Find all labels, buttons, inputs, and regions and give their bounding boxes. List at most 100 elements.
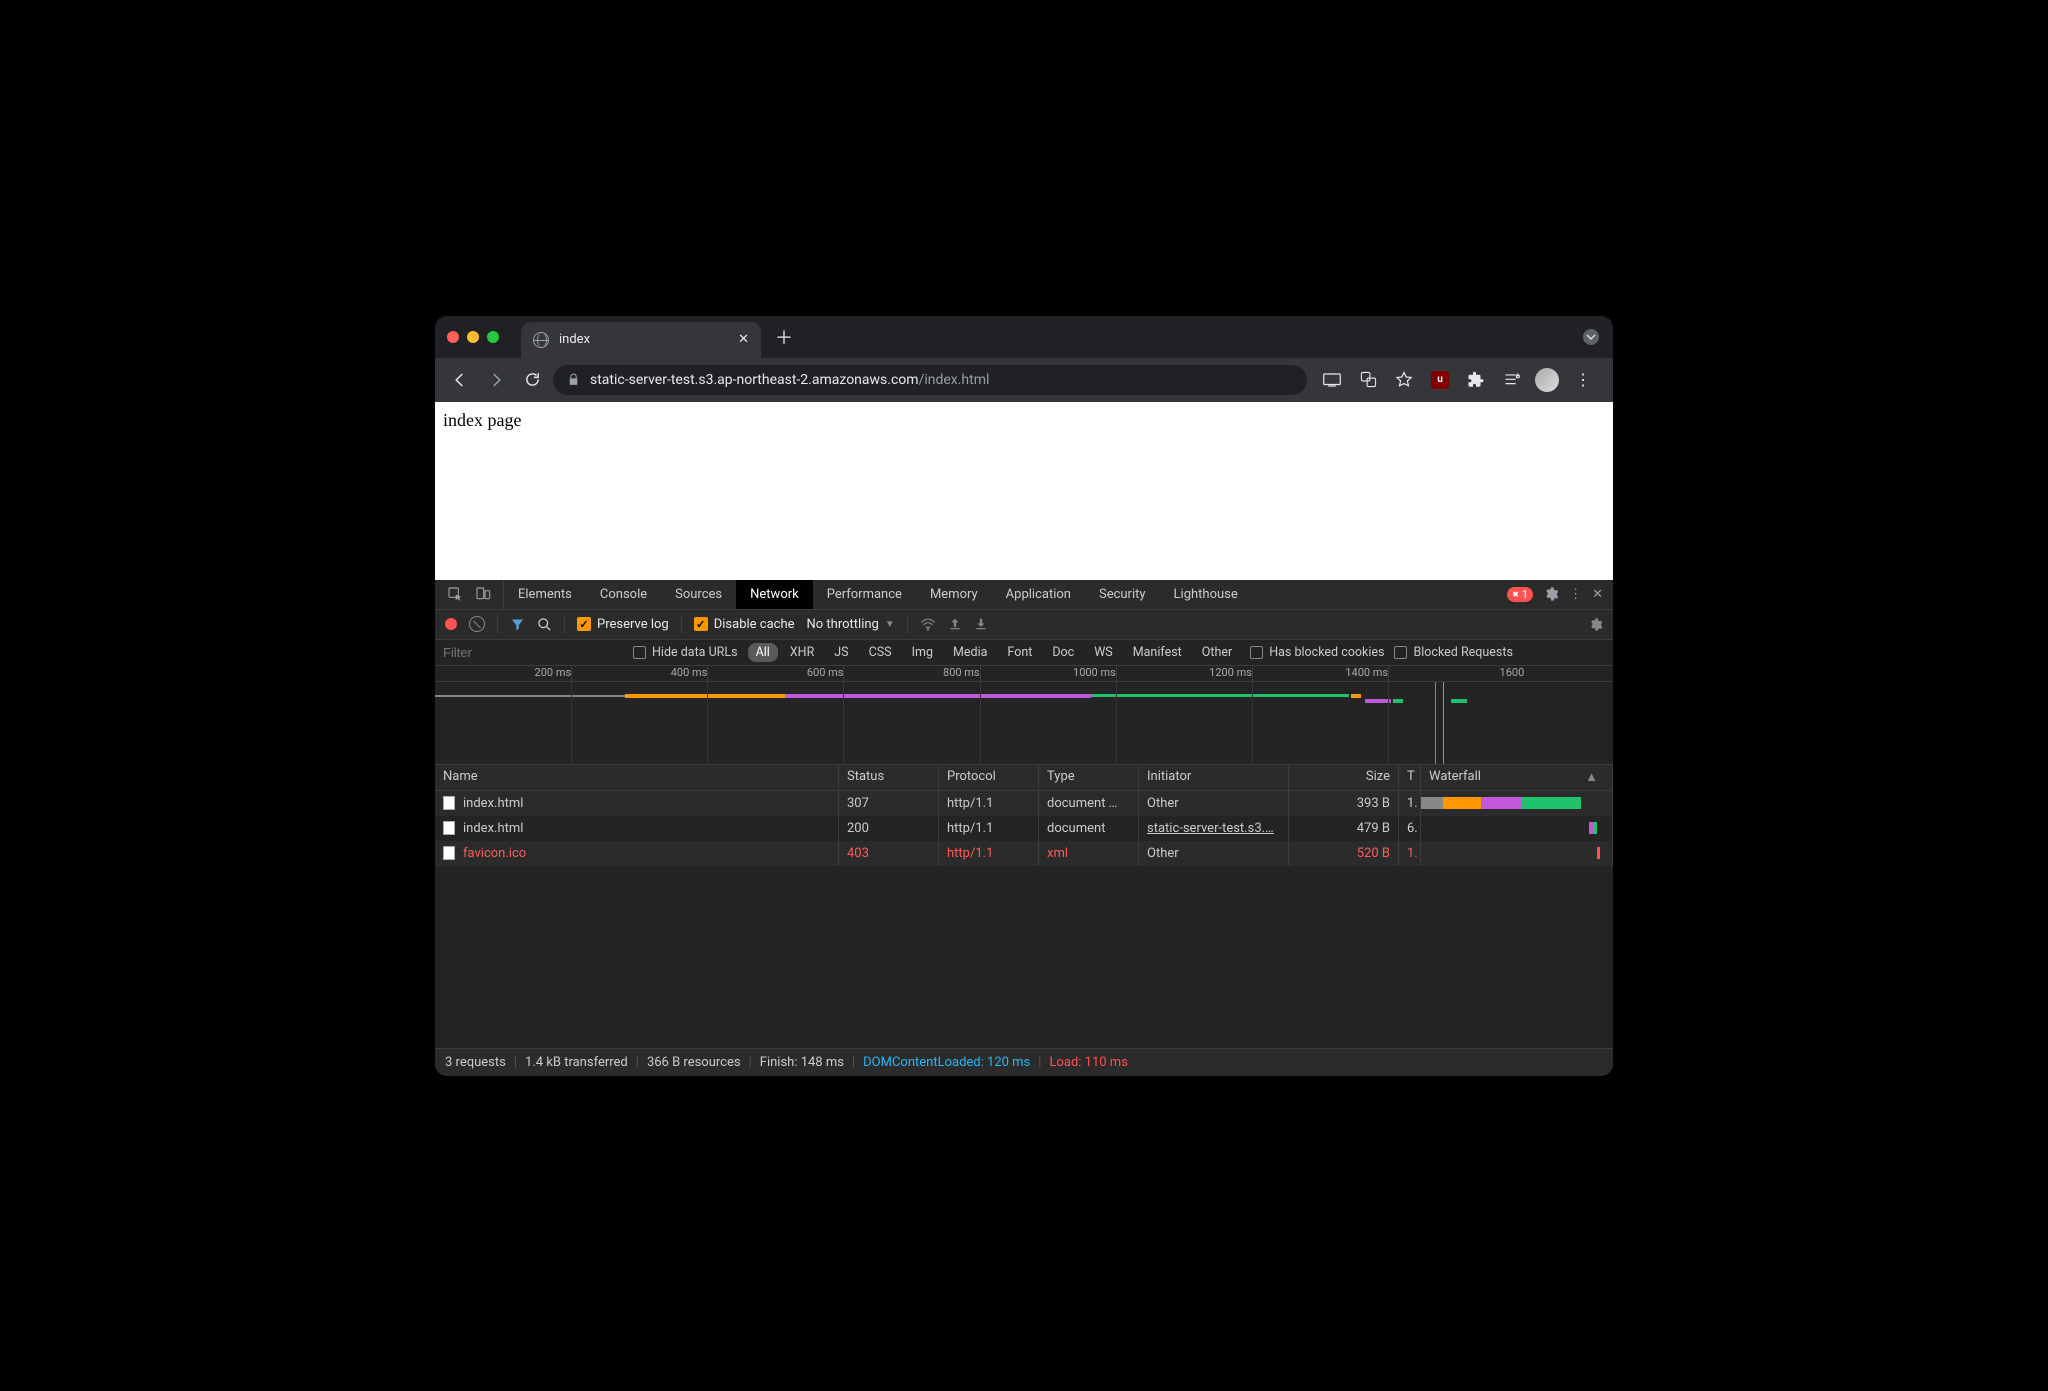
table-row[interactable]: index.html200http/1.1documentstatic-serv…: [435, 816, 1613, 841]
filter-type-css[interactable]: CSS: [861, 643, 900, 662]
status-transferred: 1.4 kB transferred: [525, 1055, 628, 1070]
address-bar[interactable]: static-server-test.s3.ap-northeast-2.ama…: [553, 365, 1307, 395]
translate-icon[interactable]: [1355, 367, 1381, 393]
devtools-tab-memory[interactable]: Memory: [916, 580, 992, 609]
devtools-tab-security[interactable]: Security: [1085, 580, 1160, 609]
devtools-tab-performance[interactable]: Performance: [813, 580, 916, 609]
download-har-icon[interactable]: [974, 617, 988, 631]
col-name[interactable]: Name: [435, 765, 839, 790]
devtools-settings-icon[interactable]: [1543, 586, 1559, 602]
tab-title: index: [559, 332, 728, 347]
document-icon: [443, 846, 455, 860]
devtools-tab-elements[interactable]: Elements: [504, 580, 586, 609]
devtools-tab-application[interactable]: Application: [992, 580, 1085, 609]
status-load: Load: 110 ms: [1049, 1055, 1127, 1070]
document-icon: [443, 796, 455, 810]
timeline-overview[interactable]: 200 ms400 ms600 ms800 ms1000 ms1200 ms14…: [435, 666, 1613, 765]
col-size[interactable]: Size: [1289, 765, 1399, 790]
browser-tab[interactable]: index ✕: [521, 322, 761, 358]
devtools-tab-network[interactable]: Network: [736, 580, 813, 609]
filter-type-xhr[interactable]: XHR: [782, 643, 822, 662]
upload-har-icon[interactable]: [948, 617, 962, 631]
status-domcontentloaded: DOMContentLoaded: 120 ms: [863, 1055, 1030, 1070]
window-close-button[interactable]: [447, 331, 459, 343]
tab-list-dropdown[interactable]: [1583, 329, 1599, 345]
filter-type-ws[interactable]: WS: [1086, 643, 1121, 662]
new-tab-button[interactable]: ＋: [761, 324, 807, 350]
filter-type-manifest[interactable]: Manifest: [1125, 643, 1190, 662]
timeline-tick: 1600: [1500, 666, 1525, 679]
devtools-tab-lighthouse[interactable]: Lighthouse: [1160, 580, 1252, 609]
col-type[interactable]: Type: [1039, 765, 1139, 790]
filter-input[interactable]: [443, 645, 623, 660]
devtools-tabs: ElementsConsoleSourcesNetworkPerformance…: [435, 580, 1613, 610]
filter-type-other[interactable]: Other: [1194, 643, 1240, 662]
reload-button[interactable]: [517, 365, 547, 395]
filter-type-all[interactable]: All: [748, 643, 778, 662]
col-status[interactable]: Status: [839, 765, 939, 790]
has-blocked-cookies-checkbox[interactable]: Has blocked cookies: [1250, 645, 1384, 660]
browser-window: index ✕ ＋ static-server-test.s3.ap-north…: [435, 316, 1613, 1076]
bookmark-star-icon[interactable]: [1391, 367, 1417, 393]
tab-close-button[interactable]: ✕: [738, 332, 749, 347]
page-content: index page: [435, 402, 1613, 580]
devtools-close-button[interactable]: ✕: [1592, 587, 1603, 602]
hide-data-urls-checkbox[interactable]: Hide data URLs: [633, 645, 738, 660]
status-finish: Finish: 148 ms: [760, 1055, 844, 1070]
browser-menu-button[interactable]: ⋮: [1569, 370, 1597, 389]
document-icon: [443, 821, 455, 835]
globe-icon: [533, 332, 549, 348]
status-resources: 366 B resources: [647, 1055, 741, 1070]
page-body-text: index page: [443, 410, 521, 430]
disable-cache-checkbox[interactable]: ✓Disable cache: [694, 617, 795, 632]
window-minimize-button[interactable]: [467, 331, 479, 343]
devtools-more-icon[interactable]: ⋮: [1569, 587, 1582, 602]
window-maximize-button[interactable]: [487, 331, 499, 343]
browser-toolbar: static-server-test.s3.ap-northeast-2.ama…: [435, 358, 1613, 402]
col-protocol[interactable]: Protocol: [939, 765, 1039, 790]
status-requests: 3 requests: [445, 1055, 506, 1070]
inspect-element-icon[interactable]: [447, 586, 463, 602]
ublock-extension-icon[interactable]: u: [1427, 367, 1453, 393]
col-waterfall[interactable]: Waterfall▲: [1421, 765, 1613, 790]
device-toggle-icon[interactable]: [475, 586, 491, 602]
devtools-tab-sources[interactable]: Sources: [661, 580, 736, 609]
toolbar-right: u ⋮: [1313, 367, 1603, 393]
filter-type-font[interactable]: Font: [999, 643, 1040, 662]
extensions-puzzle-icon[interactable]: [1463, 367, 1489, 393]
devtools-panel: ElementsConsoleSourcesNetworkPerformance…: [435, 580, 1613, 1076]
timeline-tick: 1000 ms: [1073, 666, 1116, 679]
record-button[interactable]: [445, 618, 457, 630]
error-count-badge[interactable]: 1: [1507, 587, 1533, 602]
filter-type-js[interactable]: JS: [826, 643, 856, 662]
lock-icon: [567, 373, 580, 386]
table-row[interactable]: favicon.ico403http/1.1xmlOther520 B1.: [435, 841, 1613, 866]
filter-type-media[interactable]: Media: [945, 643, 995, 662]
network-table: Name Status Protocol Type Initiator Size…: [435, 765, 1613, 1048]
forward-button[interactable]: [481, 365, 511, 395]
back-button[interactable]: [445, 365, 475, 395]
devtools-tab-console[interactable]: Console: [586, 580, 661, 609]
network-settings-icon[interactable]: [1588, 617, 1603, 632]
search-icon[interactable]: [537, 617, 552, 632]
network-conditions-icon[interactable]: [920, 617, 936, 631]
throttling-select[interactable]: No throttling▼: [807, 617, 895, 632]
table-row[interactable]: index.html307http/1.1document …Other393 …: [435, 791, 1613, 816]
profile-avatar[interactable]: [1535, 368, 1559, 392]
timeline-tick: 600 ms: [807, 666, 844, 679]
table-header[interactable]: Name Status Protocol Type Initiator Size…: [435, 765, 1613, 791]
screen-share-icon[interactable]: [1319, 367, 1345, 393]
filter-bar: Hide data URLs AllXHRJS CSSImgMediaFontDo…: [435, 640, 1613, 666]
filter-type-doc[interactable]: Doc: [1044, 643, 1082, 662]
filter-type-img[interactable]: Img: [904, 643, 941, 662]
timeline-tick: 1400 ms: [1345, 666, 1388, 679]
clear-button[interactable]: [469, 616, 485, 632]
blocked-requests-checkbox[interactable]: Blocked Requests: [1394, 645, 1512, 660]
preserve-log-checkbox[interactable]: ✓Preserve log: [577, 617, 669, 632]
timeline-tick: 200 ms: [535, 666, 572, 679]
col-time[interactable]: T: [1399, 765, 1421, 790]
col-initiator[interactable]: Initiator: [1139, 765, 1289, 790]
media-control-icon[interactable]: [1499, 367, 1525, 393]
filter-toggle-icon[interactable]: [510, 617, 525, 632]
timeline-tick: 800 ms: [943, 666, 980, 679]
